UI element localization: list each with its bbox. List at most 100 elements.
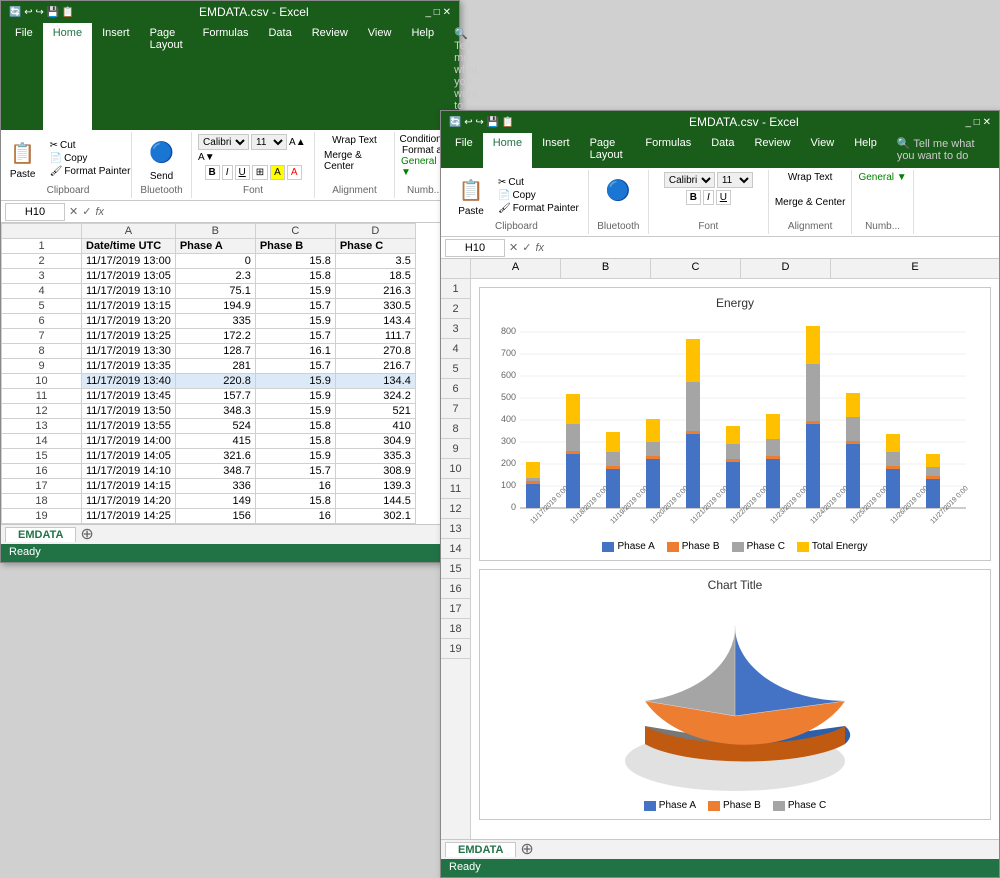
- formula-confirm-front[interactable]: ✓: [522, 241, 531, 254]
- format-painter-button-back[interactable]: 🖌 Format Painter: [47, 165, 134, 178]
- cell-a-12[interactable]: 11/17/2019 13:50: [82, 404, 176, 419]
- tab-pagelayout-front[interactable]: Page Layout: [580, 133, 636, 168]
- cell-c-13[interactable]: 15.8: [255, 419, 335, 434]
- tab-home-front[interactable]: Home: [483, 133, 532, 168]
- tab-view-front[interactable]: View: [801, 133, 845, 168]
- cell-c-3[interactable]: 15.8: [255, 269, 335, 284]
- cell-b-19[interactable]: 156: [175, 509, 255, 524]
- wrap-text-button-front[interactable]: Wrap Text: [788, 172, 833, 183]
- tab-file-front[interactable]: File: [445, 133, 483, 168]
- cell-b-12[interactable]: 348.3: [175, 404, 255, 419]
- cell-a-5[interactable]: 11/17/2019 13:15: [82, 299, 176, 314]
- col-b-header-front[interactable]: B: [561, 259, 651, 278]
- font-color-button-back[interactable]: A: [287, 165, 302, 180]
- cell-a-9[interactable]: 11/17/2019 13:35: [82, 359, 176, 374]
- cell-d-17[interactable]: 139.3: [335, 479, 415, 494]
- italic-button-back[interactable]: I: [222, 165, 233, 180]
- tab-review-front[interactable]: Review: [744, 133, 800, 168]
- underline-button-front[interactable]: U: [716, 190, 731, 205]
- font-name-select-front[interactable]: Calibri: [664, 172, 715, 188]
- cell-a-3[interactable]: 11/17/2019 13:05: [82, 269, 176, 284]
- tab-home-back[interactable]: Home: [43, 23, 92, 130]
- formula-input-front[interactable]: [548, 242, 995, 254]
- cell-a-15[interactable]: 11/17/2019 14:05: [82, 449, 176, 464]
- cell-d-5[interactable]: 330.5: [335, 299, 415, 314]
- cell-d-13[interactable]: 410: [335, 419, 415, 434]
- cell-b-4[interactable]: 75.1: [175, 284, 255, 299]
- cell-a-1[interactable]: Date/time UTC: [82, 239, 176, 254]
- cell-c-16[interactable]: 15.7: [255, 464, 335, 479]
- cell-d-8[interactable]: 270.8: [335, 344, 415, 359]
- cell-d-3[interactable]: 18.5: [335, 269, 415, 284]
- cell-d-9[interactable]: 216.7: [335, 359, 415, 374]
- sheet-tab-back[interactable]: EMDATA: [5, 527, 76, 542]
- copy-button-back[interactable]: 📄 Copy: [47, 152, 134, 165]
- cell-d-2[interactable]: 3.5: [335, 254, 415, 269]
- tab-pagelayout-back[interactable]: Page Layout: [140, 23, 193, 130]
- border-button-back[interactable]: ⊞: [252, 165, 268, 180]
- cell-a-10[interactable]: 11/17/2019 13:40: [82, 374, 176, 389]
- spreadsheet-scroll-back[interactable]: A B C D 1Date/time UTCPhase APhase BPhas…: [1, 223, 459, 524]
- formula-cancel-front[interactable]: ✕: [509, 241, 518, 254]
- paste-button-front[interactable]: 📋 Paste: [451, 172, 491, 219]
- cell-d-6[interactable]: 143.4: [335, 314, 415, 329]
- tab-data-back[interactable]: Data: [258, 23, 301, 130]
- tab-help-front[interactable]: Help: [844, 133, 887, 168]
- tab-view-back[interactable]: View: [358, 23, 402, 130]
- col-e-header-front[interactable]: E: [831, 259, 999, 278]
- cut-button-front[interactable]: ✂ Cut: [495, 176, 582, 189]
- cell-b-18[interactable]: 149: [175, 494, 255, 509]
- cell-b-2[interactable]: 0: [175, 254, 255, 269]
- cell-c-17[interactable]: 16: [255, 479, 335, 494]
- cell-b-17[interactable]: 336: [175, 479, 255, 494]
- col-header-d-back[interactable]: D: [335, 224, 415, 239]
- merge-center-button-back[interactable]: Merge & Center: [321, 149, 388, 173]
- bold-button-back[interactable]: B: [205, 165, 220, 180]
- font-size-select-front[interactable]: 11: [717, 172, 753, 188]
- cell-d-7[interactable]: 111.7: [335, 329, 415, 344]
- cell-b-16[interactable]: 348.7: [175, 464, 255, 479]
- cell-d-18[interactable]: 144.5: [335, 494, 415, 509]
- font-size-select-back[interactable]: 11: [251, 134, 287, 150]
- col-c-header-front[interactable]: C: [651, 259, 741, 278]
- merge-center-button-front[interactable]: Merge & Center: [775, 197, 846, 208]
- formula-confirm-back[interactable]: ✓: [82, 205, 91, 218]
- cell-b-8[interactable]: 128.7: [175, 344, 255, 359]
- formula-input-back[interactable]: [108, 206, 455, 218]
- col-header-c-back[interactable]: C: [255, 224, 335, 239]
- cell-c-14[interactable]: 15.8: [255, 434, 335, 449]
- font-name-select-back[interactable]: Calibri: [198, 134, 249, 150]
- cell-b-9[interactable]: 281: [175, 359, 255, 374]
- cell-c-11[interactable]: 15.9: [255, 389, 335, 404]
- cell-ref-front[interactable]: [445, 239, 505, 257]
- cell-a-17[interactable]: 11/17/2019 14:15: [82, 479, 176, 494]
- copy-button-front[interactable]: 📄 Copy: [495, 189, 582, 202]
- bluetooth-button-front[interactable]: 🔵: [598, 172, 638, 208]
- cell-a-6[interactable]: 11/17/2019 13:20: [82, 314, 176, 329]
- cell-c-18[interactable]: 15.8: [255, 494, 335, 509]
- tab-tellme-front[interactable]: 🔍 Tell me what you want to do: [887, 133, 995, 168]
- cell-c-8[interactable]: 16.1: [255, 344, 335, 359]
- fill-color-button-back[interactable]: A: [270, 165, 285, 180]
- formula-cancel-back[interactable]: ✕: [69, 205, 78, 218]
- cut-button-back[interactable]: ✂ Cut: [47, 139, 134, 152]
- font-grow-button-back[interactable]: A▲: [289, 137, 306, 148]
- bluetooth-button-back[interactable]: 🔵: [142, 134, 182, 170]
- cell-c-12[interactable]: 15.9: [255, 404, 335, 419]
- col-header-a-back[interactable]: A: [82, 224, 176, 239]
- cell-d-19[interactable]: 302.1: [335, 509, 415, 524]
- cell-c-19[interactable]: 16: [255, 509, 335, 524]
- cell-b-1[interactable]: Phase A: [175, 239, 255, 254]
- font-shrink-button-back[interactable]: A▼: [198, 152, 215, 163]
- cell-c-15[interactable]: 15.9: [255, 449, 335, 464]
- cell-a-7[interactable]: 11/17/2019 13:25: [82, 329, 176, 344]
- cell-c-10[interactable]: 15.9: [255, 374, 335, 389]
- tab-insert-front[interactable]: Insert: [532, 133, 580, 168]
- sheet-tab-front[interactable]: EMDATA: [445, 842, 516, 857]
- tab-review-back[interactable]: Review: [302, 23, 358, 130]
- cell-d-10[interactable]: 134.4: [335, 374, 415, 389]
- cell-b-10[interactable]: 220.8: [175, 374, 255, 389]
- col-d-header-front[interactable]: D: [741, 259, 831, 278]
- tab-formulas-back[interactable]: Formulas: [193, 23, 259, 130]
- cell-d-1[interactable]: Phase C: [335, 239, 415, 254]
